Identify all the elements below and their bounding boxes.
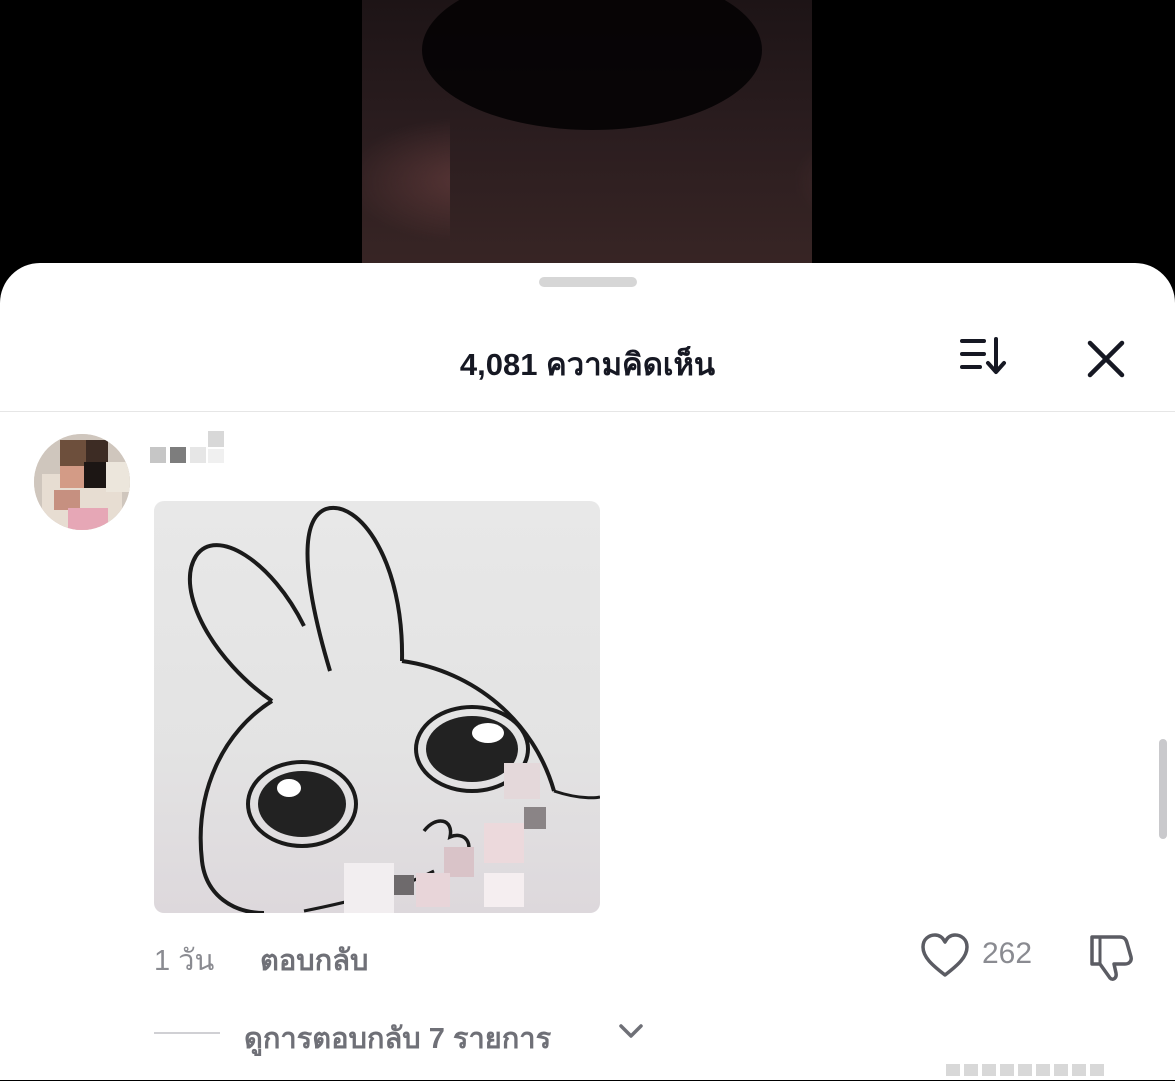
close-button[interactable] — [1080, 333, 1132, 385]
close-icon — [1087, 340, 1125, 378]
chevron-down-icon — [619, 1024, 643, 1038]
video-shadow — [422, 0, 762, 130]
thumbs-down-icon — [1090, 935, 1133, 981]
like-button[interactable] — [918, 931, 972, 981]
rabbit-illustration — [187, 505, 600, 913]
user-avatar[interactable] — [34, 434, 130, 530]
replies-divider — [154, 1032, 220, 1034]
reply-button[interactable]: ตอบกลับ — [260, 937, 368, 983]
sheet-header: 4,081 ความคิดเห็น — [0, 303, 1175, 412]
sheet-grabber[interactable] — [539, 277, 637, 287]
like-count: 262 — [982, 937, 1033, 970]
rabbit-sticker-image[interactable] — [154, 501, 600, 913]
sort-button[interactable] — [956, 333, 1016, 383]
dislike-button[interactable] — [1084, 931, 1138, 985]
heart-icon — [921, 933, 969, 977]
comment-time: 1 วัน — [154, 945, 215, 977]
comments-sheet: 4,081 ความคิดเห็น 1 วัน ตอบกลับ 262 ดูกา… — [0, 263, 1175, 1080]
username-pixelated[interactable] — [150, 431, 230, 471]
comment-meta-row: 1 วัน ตอบกลับ 262 — [0, 927, 1175, 983]
video-frame — [362, 0, 812, 300]
video-background — [0, 0, 1175, 300]
view-replies-label: ดูการตอบกลับ 7 รายการ — [244, 1023, 552, 1055]
home-indicator — [946, 1063, 1136, 1076]
sort-descending-icon — [960, 337, 1006, 374]
scrollbar[interactable] — [1159, 739, 1167, 839]
